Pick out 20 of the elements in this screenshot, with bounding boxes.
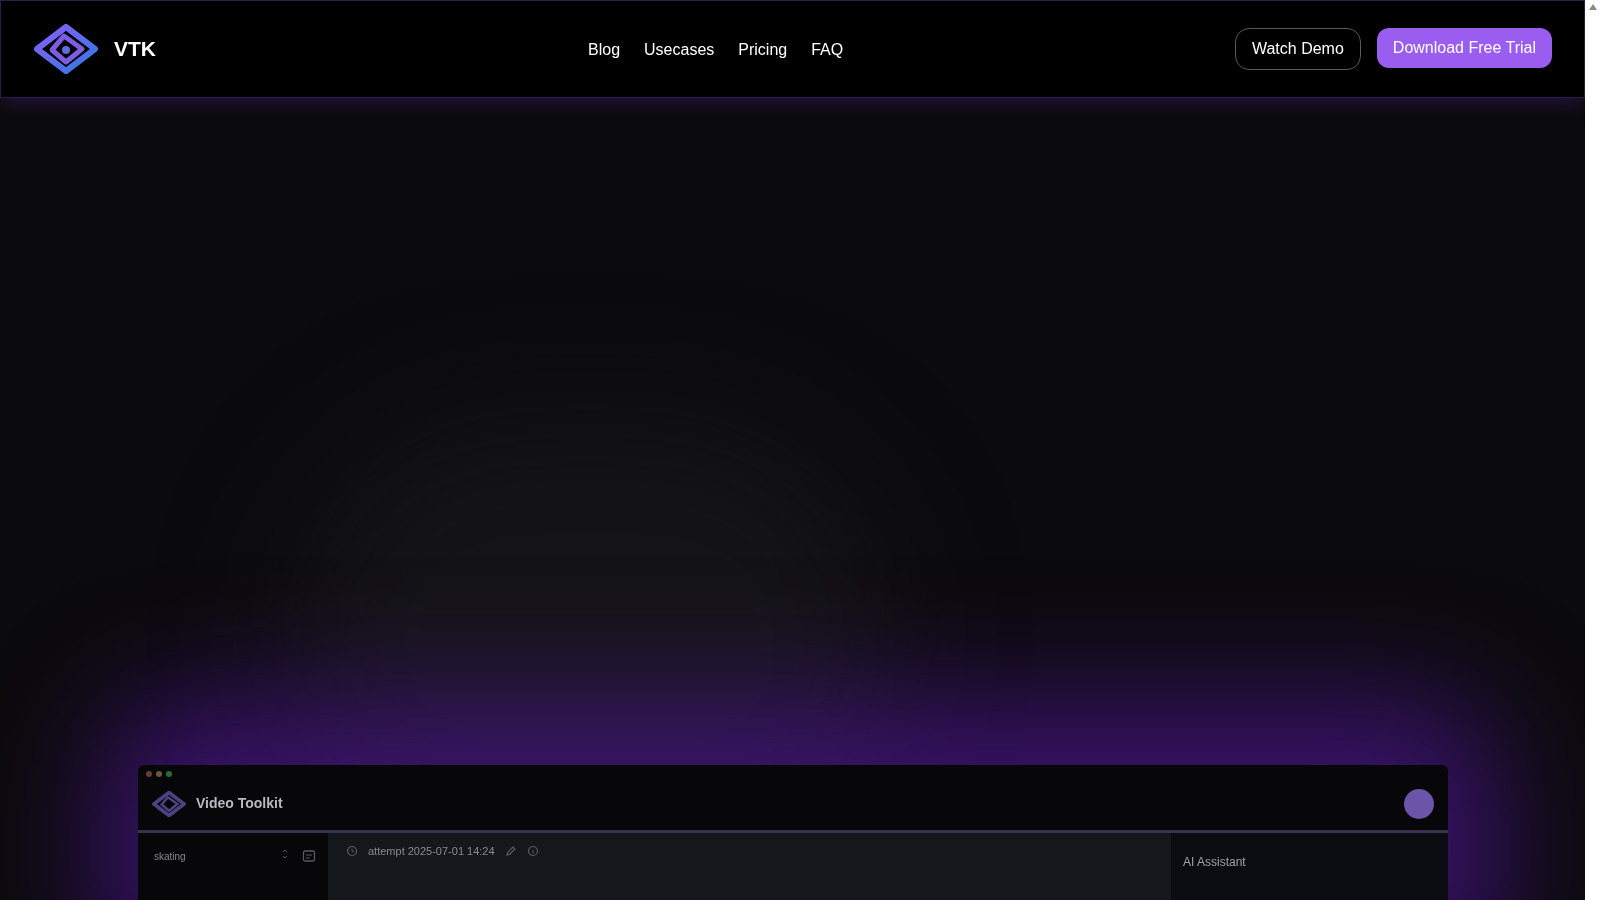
history-icon[interactable] bbox=[346, 845, 358, 857]
nav-link[interactable]: FAQ bbox=[811, 38, 844, 62]
avatar-icon bbox=[1404, 788, 1434, 819]
watch-demo-button[interactable]: Watch Demo bbox=[1234, 28, 1361, 70]
scroll-up-arrow-icon[interactable] bbox=[1588, 4, 1597, 10]
project-select[interactable]: skating bbox=[150, 849, 292, 864]
logo-icon bbox=[152, 790, 186, 817]
scrollbar[interactable] bbox=[1585, 0, 1600, 900]
pencil-icon[interactable] bbox=[504, 845, 517, 857]
app-title: Video Toolkit bbox=[196, 794, 283, 813]
nav-link[interactable]: Blog bbox=[588, 38, 621, 62]
logo-icon bbox=[34, 24, 98, 74]
info-icon[interactable] bbox=[526, 845, 539, 857]
download-trial-button[interactable]: Download Free Trial bbox=[1376, 28, 1552, 68]
attempt-title: attempt 2025-07-01 14:24 bbox=[368, 845, 495, 857]
nav-link[interactable]: Pricing bbox=[738, 38, 788, 62]
select-chevron-icon bbox=[282, 849, 288, 859]
assistant-title: AI Assistant bbox=[1183, 855, 1246, 869]
brand-name: VTK bbox=[114, 36, 156, 63]
nav-link[interactable]: Usecases bbox=[644, 38, 715, 62]
